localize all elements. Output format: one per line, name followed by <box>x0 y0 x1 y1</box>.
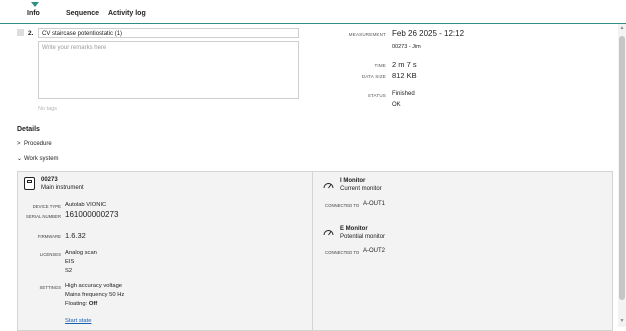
tags-text[interactable]: No tags <box>38 106 57 112</box>
tab-sequence[interactable]: Sequence <box>66 10 99 17</box>
scroll-up-icon[interactable]: ▲ <box>619 25 625 31</box>
datasize-value: 812 KB <box>392 71 417 80</box>
title-field[interactable]: CV staircase potentiostatic (1) <box>38 28 299 38</box>
details-heading: Details <box>17 126 40 133</box>
device-type-label: Device type <box>32 204 61 209</box>
status-label: Status <box>367 93 386 98</box>
datasize-label: Data size <box>361 74 386 79</box>
i-monitor-name: I Monitor <box>340 178 366 184</box>
gauge-icon <box>323 183 334 189</box>
worksystem-label: Work system <box>24 156 59 162</box>
chevron-right-icon: > <box>17 141 21 147</box>
status-sub: OK <box>392 102 401 108</box>
i-monitor-connected-value: A-OUT1 <box>363 201 386 207</box>
time-value: 2 m 7 s <box>392 60 417 69</box>
chevron-down-icon: ⌄ <box>17 156 23 162</box>
floating-setting: Floating: Off <box>65 301 97 307</box>
gauge-icon <box>323 230 334 236</box>
licenses-label: Licenses <box>39 252 61 257</box>
scroll-down-icon[interactable]: ▼ <box>619 318 625 324</box>
worksystem-expander[interactable]: ⌄ Work system <box>17 155 59 162</box>
start-state-link[interactable]: Start state <box>65 318 91 324</box>
floating-label: Floating: <box>65 301 88 307</box>
status-value: Finished <box>392 91 415 97</box>
instrument-id: 00273 <box>41 177 58 183</box>
scrollbar-thumb[interactable] <box>619 36 625 300</box>
license-item: EIS <box>65 259 75 265</box>
tab-bar: Info Sequence Activity log <box>0 0 626 24</box>
remarks-textarea[interactable]: Write your remarks here <box>38 41 299 99</box>
drag-handle-icon[interactable] <box>17 29 24 36</box>
license-item: Analog scan <box>65 250 97 256</box>
e-monitor-connected-value: A-OUT2 <box>363 248 386 254</box>
measurement-label: Measurement <box>348 32 386 37</box>
panel-divider <box>312 171 313 331</box>
setting-item: Mains frequency 50 Hz <box>65 292 125 298</box>
active-tab-indicator <box>31 2 39 7</box>
setting-item: High accuracy voltage <box>65 283 123 289</box>
tab-activity-log[interactable]: Activity log <box>108 10 146 17</box>
license-item: S2 <box>65 268 73 274</box>
device-type-value: Autolab VIONIC <box>65 202 107 208</box>
time-label: Time <box>374 63 386 68</box>
e-monitor-name: E Monitor <box>340 226 368 232</box>
worksystem-panel <box>17 171 613 331</box>
e-monitor-connected-label: Connected to <box>325 250 360 255</box>
procedure-expander[interactable]: > Procedure <box>17 141 52 147</box>
procedure-label: Procedure <box>24 141 52 147</box>
measurement-value: Feb 26 2025 - 12:12 <box>392 29 465 38</box>
i-monitor-desc: Current monitor <box>340 186 382 192</box>
item-number: 2. <box>28 30 34 37</box>
measurement-sub: 00273 - Jim <box>392 44 421 50</box>
settings-label: Settings <box>39 285 62 290</box>
instrument-icon <box>24 177 35 190</box>
floating-value: Off <box>88 301 98 307</box>
tab-info[interactable]: Info <box>27 10 40 17</box>
serial-value: 161000000273 <box>65 210 119 219</box>
firmware-value: 1.6.32 <box>65 231 86 240</box>
e-monitor-desc: Potential monitor <box>340 234 386 240</box>
serial-label: Serial number <box>26 214 61 219</box>
i-monitor-connected-label: Connected to <box>325 203 360 208</box>
instrument-role: Main instrument <box>41 185 84 191</box>
firmware-label: Firmware <box>37 234 61 239</box>
